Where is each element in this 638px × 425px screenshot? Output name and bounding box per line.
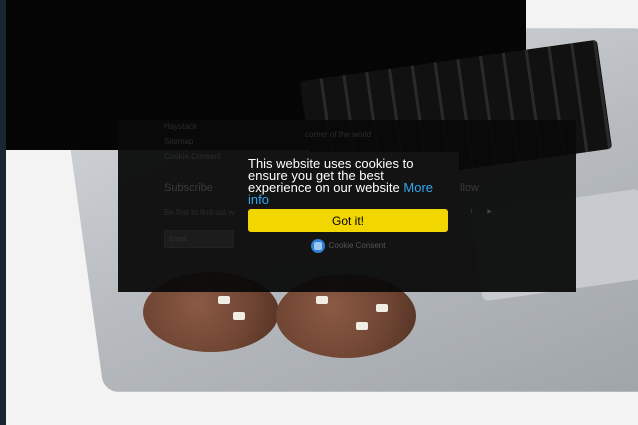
powered-by: Cookie Consent (237, 239, 459, 253)
got-it-button[interactable]: Got it! (248, 209, 448, 232)
youtube-icon[interactable]: ▶ (485, 208, 494, 217)
follow-heading: llow (460, 182, 479, 194)
twitter-icon[interactable]: t (467, 208, 476, 217)
subscribe-heading: Subscribe (164, 182, 213, 194)
subscribe-text: Be first to find out w (164, 208, 235, 217)
footer-text: corner of the world (305, 130, 372, 139)
cookie-consent-popup: This website uses cookies to ensure you … (237, 152, 459, 260)
email-field[interactable]: Email (164, 230, 234, 248)
footer-link-cookie-consent[interactable]: Cookie Consent (164, 152, 221, 161)
cookie-consent-logo-icon (310, 239, 325, 253)
consent-message: This website uses cookies to ensure you … (248, 156, 448, 206)
footer-link-sitemap[interactable]: Sitemap (164, 137, 193, 146)
footer-link-haystack[interactable]: Haystack (164, 122, 197, 131)
powered-label[interactable]: Cookie Consent (329, 241, 386, 250)
consent-message-text: This website uses cookies to ensure you … (248, 156, 414, 195)
